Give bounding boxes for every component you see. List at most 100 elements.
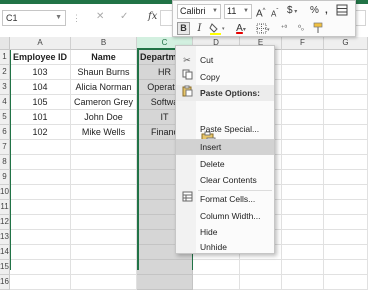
empty-cell[interactable] <box>282 275 324 290</box>
empty-cell[interactable] <box>324 65 368 80</box>
row-header-7[interactable]: 7 <box>0 140 10 155</box>
empty-cell[interactable] <box>282 185 324 200</box>
empty-cell[interactable] <box>10 245 71 260</box>
empty-cell[interactable] <box>324 215 368 230</box>
empty-cell[interactable] <box>10 185 71 200</box>
empty-cell[interactable] <box>324 170 368 185</box>
empty-cell[interactable] <box>282 80 324 95</box>
decrease-decimal-icon[interactable]: ⁰₀ <box>294 22 308 35</box>
cell-b1[interactable]: Name <box>71 50 137 65</box>
empty-cell[interactable] <box>324 80 368 95</box>
menu-item-unhide[interactable]: Unhide <box>176 239 274 255</box>
empty-cell[interactable] <box>324 110 368 125</box>
font-name-dropdown[interactable]: Calibri ▼ <box>177 4 221 19</box>
empty-cell[interactable] <box>324 200 368 215</box>
cell-b4[interactable]: Cameron Grey <box>71 95 137 110</box>
accounting-format-button[interactable]: $ ▾ <box>287 4 297 19</box>
cell-a3[interactable]: 104 <box>10 80 71 95</box>
column-header-g[interactable]: G <box>324 37 368 50</box>
menu-item-copy[interactable]: Copy <box>176 69 274 85</box>
borders-button[interactable]: ▾ <box>255 22 273 35</box>
cell-a1[interactable]: Employee ID <box>10 50 71 65</box>
empty-cell[interactable] <box>10 260 71 275</box>
format-table-icon[interactable] <box>336 4 348 21</box>
empty-cell[interactable] <box>137 260 193 275</box>
cell-b6[interactable]: Mike Wells <box>71 125 137 140</box>
row-header-1[interactable]: 1 <box>0 50 10 65</box>
empty-cell[interactable] <box>282 215 324 230</box>
format-painter-icon[interactable] <box>312 22 326 35</box>
menu-item-hide[interactable]: Hide <box>176 224 274 240</box>
cell-a5[interactable]: 101 <box>10 110 71 125</box>
empty-cell[interactable] <box>240 260 282 275</box>
menu-item-cut[interactable]: ✂ Cut <box>176 52 274 68</box>
empty-cell[interactable] <box>324 275 368 290</box>
empty-cell[interactable] <box>240 275 282 290</box>
empty-cell[interactable] <box>282 200 324 215</box>
decrease-font-size-button[interactable]: Aˇ <box>271 5 278 22</box>
empty-cell[interactable] <box>71 185 137 200</box>
empty-cell[interactable] <box>10 230 71 245</box>
empty-cell[interactable] <box>282 140 324 155</box>
row-header-9[interactable]: 9 <box>0 170 10 185</box>
empty-cell[interactable] <box>71 155 137 170</box>
chevron-down-icon[interactable]: ▼ <box>55 11 62 25</box>
empty-cell[interactable] <box>282 245 324 260</box>
empty-cell[interactable] <box>324 155 368 170</box>
empty-cell[interactable] <box>324 230 368 245</box>
empty-cell[interactable] <box>10 275 71 290</box>
empty-cell[interactable] <box>282 50 324 65</box>
empty-cell[interactable] <box>137 275 193 290</box>
menu-item-insert[interactable]: Insert <box>176 139 274 155</box>
empty-cell[interactable] <box>10 170 71 185</box>
italic-button[interactable]: I <box>193 22 206 35</box>
empty-cell[interactable] <box>10 155 71 170</box>
insert-function-button[interactable]: fx <box>148 11 157 22</box>
select-all-button[interactable] <box>0 37 10 50</box>
row-header-5[interactable]: 5 <box>0 110 10 125</box>
comma-style-button[interactable]: , <box>325 4 328 18</box>
row-header-13[interactable]: 13 <box>0 230 10 245</box>
empty-cell[interactable] <box>10 140 71 155</box>
empty-cell[interactable] <box>10 200 71 215</box>
empty-cell[interactable] <box>324 260 368 275</box>
row-header-4[interactable]: 4 <box>0 95 10 110</box>
empty-cell[interactable] <box>282 110 324 125</box>
row-header-6[interactable]: 6 <box>0 125 10 140</box>
empty-cell[interactable] <box>10 215 71 230</box>
empty-cell[interactable] <box>324 185 368 200</box>
row-header-3[interactable]: 3 <box>0 80 10 95</box>
empty-cell[interactable] <box>282 170 324 185</box>
fill-color-button[interactable]: ▾ <box>208 22 228 35</box>
row-header-8[interactable]: 8 <box>0 155 10 170</box>
empty-cell[interactable] <box>324 140 368 155</box>
empty-cell[interactable] <box>71 170 137 185</box>
cancel-entry-button[interactable]: ✕ <box>96 11 104 22</box>
font-color-button[interactable]: A▾ <box>231 22 251 35</box>
empty-cell[interactable] <box>282 155 324 170</box>
column-header-b[interactable]: B <box>71 37 137 50</box>
menu-item-format-cells[interactable]: Format Cells... <box>176 191 274 207</box>
row-header-11[interactable]: 11 <box>0 200 10 215</box>
empty-cell[interactable] <box>71 260 137 275</box>
name-box[interactable]: C1 ▼ <box>2 10 66 26</box>
row-header-2[interactable]: 2 <box>0 65 10 80</box>
empty-cell[interactable] <box>324 245 368 260</box>
empty-cell[interactable] <box>193 260 240 275</box>
empty-cell[interactable] <box>71 230 137 245</box>
row-header-14[interactable]: 14 <box>0 245 10 260</box>
percent-style-button[interactable]: % <box>310 4 319 18</box>
empty-cell[interactable] <box>71 245 137 260</box>
empty-cell[interactable] <box>324 95 368 110</box>
cell-a2[interactable]: 103 <box>10 65 71 80</box>
row-header-15[interactable]: 15 <box>0 260 10 275</box>
row-header-16[interactable]: 16 <box>0 275 10 290</box>
confirm-entry-button[interactable]: ✓ <box>120 11 128 22</box>
font-size-dropdown[interactable]: 11 ▼ <box>224 4 252 19</box>
menu-item-column-width[interactable]: Column Width... <box>176 208 274 224</box>
menu-item-paste-special[interactable]: Paste Special... <box>176 121 274 137</box>
empty-cell[interactable] <box>193 275 240 290</box>
column-header-f[interactable]: F <box>282 37 324 50</box>
empty-cell[interactable] <box>282 95 324 110</box>
row-header-12[interactable]: 12 <box>0 215 10 230</box>
